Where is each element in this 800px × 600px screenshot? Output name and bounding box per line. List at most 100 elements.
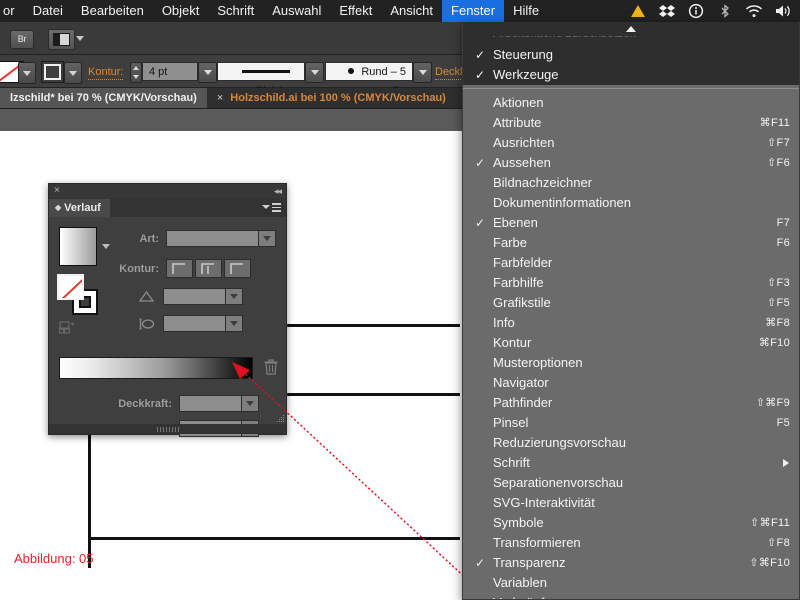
gradient-angle-select[interactable] bbox=[163, 288, 243, 305]
menu-item-steuerung[interactable]: ✓ Steuerung bbox=[463, 45, 799, 65]
fenster-dropdown-menu[interactable]: Arbeitsfläche zurücksetzen ✓ Steuerung ✓ We… bbox=[462, 22, 800, 600]
menu-item-transparenz[interactable]: ✓ Transparenz ⇧⌘F10 bbox=[463, 553, 799, 573]
stroke-gradient-within-button[interactable] bbox=[166, 259, 193, 278]
gradient-panel[interactable]: × ◂◂ ◆ Verlauf Art: Kontur: Deckkraft: bbox=[48, 183, 287, 437]
menu-item-pinsel[interactable]: Pinsel F5 bbox=[463, 413, 799, 433]
menu-item-label: Symbole bbox=[493, 515, 544, 530]
arrange-documents-chevron-down-icon[interactable] bbox=[76, 36, 84, 41]
menu-item-pathfinder[interactable]: Pathfinder ⇧⌘F9 bbox=[463, 393, 799, 413]
check-icon: ✓ bbox=[475, 48, 486, 62]
stroke-weight-chevron-down-icon[interactable] bbox=[198, 62, 217, 83]
opacity-select[interactable] bbox=[179, 395, 259, 412]
fill-color-chevron-down-icon[interactable] bbox=[18, 62, 36, 84]
panel-resize-grip[interactable] bbox=[275, 415, 284, 424]
stroke-profile-chevron-down-icon[interactable] bbox=[305, 62, 324, 83]
panel-menu-lines-icon bbox=[272, 203, 281, 212]
panel-close-icon[interactable]: × bbox=[54, 185, 60, 197]
menu-item-navigator[interactable]: Navigator bbox=[463, 373, 799, 393]
menu-scroll-up-arrow-icon[interactable] bbox=[463, 22, 799, 36]
menu-item-list: ✓ Steuerung ✓ Werkzeuge Aktionen Attribute ⌘F1… bbox=[463, 45, 799, 599]
trash-icon[interactable] bbox=[264, 359, 278, 375]
menu-item-farbhilfe[interactable]: Farbhilfe ⇧F3 bbox=[463, 273, 799, 293]
document-tab-0[interactable]: lzschild* bei 70 % (CMYK/Vorschau) bbox=[0, 88, 207, 108]
gradient-aspect-select[interactable] bbox=[163, 315, 243, 332]
info-circle-icon[interactable] bbox=[687, 3, 705, 19]
menu-item-bildnachzeichner[interactable]: Bildnachzeichner bbox=[463, 173, 799, 193]
arrange-documents-button[interactable] bbox=[48, 29, 75, 50]
gradient-type-chevron-down-icon bbox=[258, 231, 275, 246]
menu-item-aussehen[interactable]: ✓ Aussehen ⇧F6 bbox=[463, 153, 799, 173]
submenu-arrow-icon bbox=[783, 459, 789, 467]
menu-item-aktionen[interactable]: Aktionen bbox=[463, 93, 799, 113]
menu-item-ausrichten[interactable]: Ausrichten ⇧F7 bbox=[463, 133, 799, 153]
brush-select[interactable]: Rund – 5 Pt. bbox=[325, 62, 413, 97]
menu-item-separationenvorschau[interactable]: Separationenvorschau bbox=[463, 473, 799, 493]
menu-item-shortcut: ⇧F3 bbox=[767, 277, 790, 289]
menu-item-ebenen[interactable]: ✓ Ebenen F7 bbox=[463, 213, 799, 233]
fill-stroke-indicator[interactable] bbox=[57, 274, 101, 316]
stroke-gradient-along-button[interactable] bbox=[195, 259, 222, 278]
menu-schrift[interactable]: Schrift bbox=[208, 0, 263, 22]
menu-objekt[interactable]: Objekt bbox=[153, 0, 209, 22]
wifi-icon[interactable] bbox=[745, 3, 763, 19]
angle-icon bbox=[139, 290, 155, 302]
menu-item-grafikstile[interactable]: Grafikstile ⇧F5 bbox=[463, 293, 799, 313]
menu-auswahl[interactable]: Auswahl bbox=[263, 0, 330, 22]
stroke-weight-stepper[interactable] bbox=[130, 62, 142, 83]
menu-item-attribute[interactable]: Attribute ⌘F11 bbox=[463, 113, 799, 133]
menu-item-schrift[interactable]: Schrift bbox=[463, 453, 799, 473]
gradient-preview-swatch[interactable] bbox=[59, 227, 97, 266]
menu-item-clipped-top[interactable]: Arbeitsfläche zurücksetzen bbox=[463, 36, 799, 45]
menu-item-label: Ebenen bbox=[493, 215, 538, 230]
menu-item-shortcut: ⇧F8 bbox=[767, 537, 790, 549]
menu-item-variablen[interactable]: Variablen bbox=[463, 573, 799, 593]
bluetooth-icon[interactable] bbox=[716, 3, 734, 19]
menu-hilfe[interactable]: Hilfe bbox=[504, 0, 548, 22]
row-gradient-angle bbox=[139, 288, 243, 305]
stroke-color-chevron-down-icon[interactable] bbox=[64, 62, 82, 84]
menu-item-musteroptionen[interactable]: Musteroptionen bbox=[463, 353, 799, 373]
menu-fenster[interactable]: Fenster bbox=[442, 0, 505, 22]
volume-icon[interactable] bbox=[774, 3, 792, 19]
bridge-button[interactable]: Br bbox=[10, 30, 34, 49]
gradient-slider-bar[interactable] bbox=[59, 357, 253, 379]
system-menu-bar[interactable]: or Datei Bearbeiten Objekt Schrift Auswa… bbox=[0, 0, 800, 22]
menu-item-symbole[interactable]: Symbole ⇧⌘F11 bbox=[463, 513, 799, 533]
menu-item-label: Pathfinder bbox=[493, 395, 553, 410]
menu-item-farbfelder[interactable]: Farbfelder bbox=[463, 253, 799, 273]
menu-item-shortcut: F7 bbox=[776, 217, 790, 229]
document-tab-1[interactable]: × Holzschild.ai bei 100 % (CMYK/Vorschau… bbox=[207, 88, 456, 108]
gradient-type-mini-icons bbox=[59, 321, 75, 334]
menu-item-verkn-pfungen[interactable]: Verknüpfungen bbox=[463, 593, 799, 599]
aspect-ratio-icon bbox=[139, 317, 155, 330]
stroke-weight-input[interactable]: 4 pt bbox=[142, 62, 198, 81]
menu-item-transformieren[interactable]: Transformieren ⇧F8 bbox=[463, 533, 799, 553]
menu-item-werkzeuge[interactable]: ✓ Werkzeuge bbox=[463, 65, 799, 85]
document-tab-1-close-icon[interactable]: × bbox=[217, 88, 223, 108]
menu-item-info[interactable]: Info ⌘F8 bbox=[463, 313, 799, 333]
brush-chevron-down-icon[interactable] bbox=[413, 62, 432, 83]
menu-ansicht[interactable]: Ansicht bbox=[381, 0, 442, 22]
dropbox-icon[interactable] bbox=[658, 3, 676, 19]
menu-item-dokumentinformationen[interactable]: Dokumentinformationen bbox=[463, 193, 799, 213]
panel-collapse-icon[interactable]: ◂◂ bbox=[274, 186, 282, 196]
panel-tab-verlauf[interactable]: ◆ Verlauf bbox=[49, 199, 110, 217]
warning-triangle-icon[interactable] bbox=[629, 3, 647, 19]
menu-item-reduzierungsvorschau[interactable]: Reduzierungsvorschau bbox=[463, 433, 799, 453]
document-tab-0-label: lzschild* bei 70 % (CMYK/Vorschau) bbox=[10, 92, 197, 104]
menu-bar-app-partial[interactable]: or bbox=[0, 0, 24, 22]
gradient-type-select[interactable] bbox=[166, 230, 276, 247]
panel-menu-icon[interactable] bbox=[262, 203, 281, 212]
fill-swatch-none[interactable] bbox=[57, 274, 84, 300]
menu-datei[interactable]: Datei bbox=[24, 0, 72, 22]
stroke-profile-select[interactable]: Gleichm. bbox=[217, 62, 305, 97]
gradient-presets-chevron-down-icon[interactable] bbox=[102, 244, 110, 249]
menu-item-kontur[interactable]: Kontur ⌘F10 bbox=[463, 333, 799, 353]
menu-bearbeiten[interactable]: Bearbeiten bbox=[72, 0, 153, 22]
stroke-gradient-across-button[interactable] bbox=[224, 259, 251, 278]
panel-footer-grip[interactable] bbox=[49, 424, 286, 434]
menu-effekt[interactable]: Effekt bbox=[330, 0, 381, 22]
menu-item-svg-interaktivit-t[interactable]: SVG-Interaktivität bbox=[463, 493, 799, 513]
menu-item-farbe[interactable]: Farbe F6 bbox=[463, 233, 799, 253]
stroke-color-swatch[interactable] bbox=[41, 61, 64, 83]
